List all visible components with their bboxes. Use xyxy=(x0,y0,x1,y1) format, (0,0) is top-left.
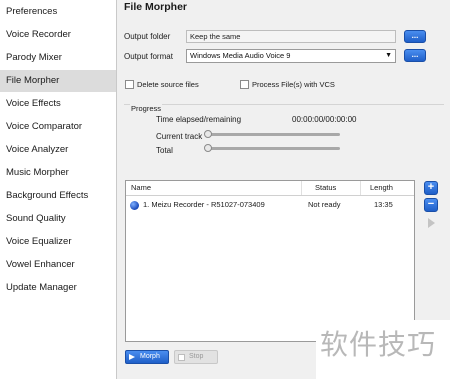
total-progress-bar xyxy=(208,147,340,150)
sidebar-item-sound-quality[interactable]: Sound Quality xyxy=(0,208,116,230)
current-track-thumb[interactable] xyxy=(204,130,212,138)
total-label: Total xyxy=(156,146,173,155)
output-folder-label: Output folder xyxy=(124,32,171,41)
progress-legend: Progress xyxy=(130,104,163,113)
column-header-status[interactable]: Status xyxy=(315,183,336,192)
stop-icon xyxy=(178,354,185,361)
sidebar-item-vowel-enhancer[interactable]: Vowel Enhancer xyxy=(0,254,116,276)
file-list-header: Name Status Length xyxy=(126,181,414,196)
output-format-value: Windows Media Audio Voice 9 xyxy=(190,51,291,60)
morph-button[interactable]: Morph xyxy=(125,350,169,364)
total-progress-thumb[interactable] xyxy=(204,144,212,152)
current-track-label: Current track xyxy=(156,132,203,141)
column-divider xyxy=(360,181,361,195)
sidebar-item-voice-effects[interactable]: Voice Effects xyxy=(0,93,116,115)
sidebar-item-parody-mixer[interactable]: Parody Mixer xyxy=(0,47,116,69)
remove-file-button[interactable]: − xyxy=(424,198,438,212)
sidebar-nav: Preferences Voice Recorder Parody Mixer … xyxy=(0,0,117,379)
checkbox-box xyxy=(125,80,134,89)
file-length-cell: 13:35 xyxy=(374,200,393,209)
sidebar-item-voice-equalizer[interactable]: Voice Equalizer xyxy=(0,231,116,253)
output-format-browse-button[interactable]: ... xyxy=(404,49,426,62)
time-elapsed-value: 00:00:00/00:00:00 xyxy=(292,115,357,124)
page-title: File Morpher xyxy=(124,1,188,13)
output-folder-browse-button[interactable]: ... xyxy=(404,30,426,43)
audio-file-icon xyxy=(130,201,139,210)
current-track-bar xyxy=(208,133,340,136)
output-folder-field[interactable]: Keep the same xyxy=(186,30,396,43)
sidebar-item-voice-analyzer[interactable]: Voice Analyzer xyxy=(0,139,116,161)
sidebar-item-background-effects[interactable]: Background Effects xyxy=(0,185,116,207)
add-file-button[interactable]: + xyxy=(424,181,438,195)
output-format-select[interactable]: Windows Media Audio Voice 9 ▼ xyxy=(186,49,396,63)
sidebar-item-music-morpher[interactable]: Music Morpher xyxy=(0,162,116,184)
process-vcs-checkbox[interactable]: Process File(s) with VCS xyxy=(240,80,335,89)
file-name-cell: 1. Meizu Recorder - R51027-073409 xyxy=(143,200,265,209)
stop-button[interactable]: Stop xyxy=(174,350,218,364)
checkbox-box xyxy=(240,80,249,89)
delete-source-label: Delete source files xyxy=(137,80,199,89)
column-divider xyxy=(301,181,302,195)
sidebar-item-preferences[interactable]: Preferences xyxy=(0,1,116,23)
stop-button-label: Stop xyxy=(189,353,204,360)
output-format-label: Output format xyxy=(124,52,173,61)
file-status-cell: Not ready xyxy=(308,200,341,209)
sidebar-item-voice-recorder[interactable]: Voice Recorder xyxy=(0,24,116,46)
table-row[interactable]: 1. Meizu Recorder - R51027-073409 Not re… xyxy=(126,199,414,212)
sidebar-item-update-manager[interactable]: Update Manager xyxy=(0,277,116,299)
column-header-name[interactable]: Name xyxy=(131,183,151,192)
watermark: 软件技巧 xyxy=(316,320,450,379)
play-icon[interactable] xyxy=(428,218,435,228)
file-list[interactable]: Name Status Length 1. Meizu Recorder - R… xyxy=(125,180,415,342)
sidebar-item-file-morpher[interactable]: File Morpher xyxy=(0,70,116,92)
chevron-down-icon: ▼ xyxy=(385,52,392,59)
time-elapsed-label: Time elapsed/remaining xyxy=(156,115,242,124)
sidebar-item-voice-comparator[interactable]: Voice Comparator xyxy=(0,116,116,138)
column-header-length[interactable]: Length xyxy=(370,183,393,192)
play-icon xyxy=(129,354,135,360)
process-vcs-label: Process File(s) with VCS xyxy=(252,80,335,89)
progress-group: Progress Time elapsed/remaining 00:00:00… xyxy=(124,104,444,162)
morph-button-label: Morph xyxy=(140,353,160,360)
delete-source-checkbox[interactable]: Delete source files xyxy=(125,80,199,89)
